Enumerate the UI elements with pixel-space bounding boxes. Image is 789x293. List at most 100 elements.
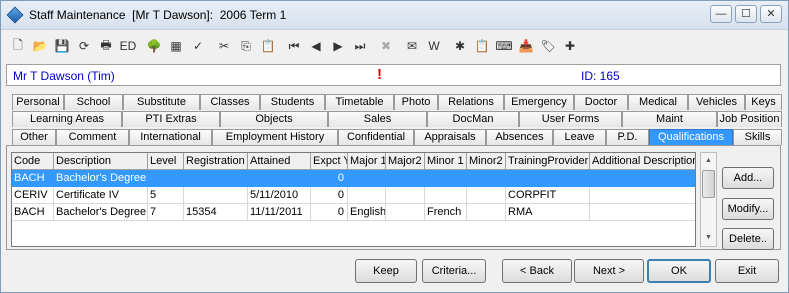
table-cell: BACH: [12, 170, 54, 187]
maximize-button[interactable]: ☐: [735, 5, 757, 23]
print-icon[interactable]: 🖶: [95, 36, 117, 56]
tab-leave[interactable]: Leave: [553, 129, 606, 145]
inbox-icon[interactable]: 📥: [515, 36, 537, 56]
tree-icon[interactable]: 🌳: [143, 36, 165, 56]
column-header[interactable]: Expct Yr: [311, 153, 348, 170]
tools-icon[interactable]: ✱: [449, 36, 471, 56]
close-button[interactable]: ✕: [760, 5, 782, 23]
exit-button[interactable]: Exit: [715, 259, 779, 283]
tab-comment[interactable]: Comment: [56, 129, 129, 145]
column-header[interactable]: Description: [54, 153, 148, 170]
tab-international[interactable]: International: [129, 129, 212, 145]
delete-button[interactable]: Delete..: [722, 228, 774, 250]
add-icon[interactable]: ✚: [559, 36, 581, 56]
copy-icon[interactable]: ⎘: [235, 36, 257, 56]
tab-job-position[interactable]: Job Position: [717, 111, 782, 127]
column-header[interactable]: TrainingProvider: [506, 153, 590, 170]
word-icon[interactable]: W: [423, 36, 445, 56]
keep-button[interactable]: Keep: [355, 259, 417, 283]
tab-keys[interactable]: Keys: [745, 94, 782, 110]
open-folder-icon[interactable]: 📂: [29, 36, 51, 56]
column-header[interactable]: Minor2: [467, 153, 506, 170]
save-icon[interactable]: 💾: [51, 36, 73, 56]
tab-sales[interactable]: Sales: [328, 111, 427, 127]
new-document-icon[interactable]: 🗋: [7, 36, 29, 56]
clipboard-icon[interactable]: 📋: [471, 36, 493, 56]
tab-classes[interactable]: Classes: [200, 94, 260, 110]
minimize-button[interactable]: —: [710, 5, 732, 23]
tab-docman[interactable]: DocMan: [427, 111, 519, 127]
table-row[interactable]: BACH Bachelor's Degree 7 15354 11/11/2011 0 En…: [12, 204, 695, 221]
tab-user-forms[interactable]: User Forms: [519, 111, 622, 127]
tab-medical[interactable]: Medical: [628, 94, 688, 110]
scroll-thumb[interactable]: [702, 170, 715, 198]
last-record-icon[interactable]: ⏭: [349, 36, 371, 56]
table-row[interactable]: CERIV Certificate IV 5 5/11/2010 0 CORPFIT: [12, 187, 695, 204]
previous-record-icon[interactable]: ◀: [305, 36, 327, 56]
tab-school[interactable]: School: [64, 94, 123, 110]
alert-icon[interactable]: !: [377, 66, 382, 83]
tab-qualifications[interactable]: Qualifications: [649, 129, 733, 145]
next-button[interactable]: Next >: [574, 259, 644, 283]
tab-learning-areas[interactable]: Learning Areas: [12, 111, 122, 127]
back-button[interactable]: < Back: [502, 259, 572, 283]
column-header[interactable]: Major2: [386, 153, 425, 170]
table-row[interactable]: BACH Bachelor's Degree 0: [12, 170, 695, 187]
tab-p-d[interactable]: P.D.: [606, 129, 649, 145]
tab-skills[interactable]: Skills: [733, 129, 782, 145]
tab-photo[interactable]: Photo: [394, 94, 438, 110]
tab-pti-extras[interactable]: PTI Extras: [122, 111, 220, 127]
criteria-button[interactable]: Criteria...: [422, 259, 486, 283]
ok-button[interactable]: OK: [647, 259, 711, 283]
edit-id-icon[interactable]: ED: [117, 36, 139, 56]
tab-appraisals[interactable]: Appraisals: [414, 129, 486, 145]
tab-objects[interactable]: Objects: [220, 111, 328, 127]
tab-timetable[interactable]: Timetable: [325, 94, 394, 110]
column-header[interactable]: Registration: [184, 153, 248, 170]
add-button[interactable]: Add...: [722, 167, 774, 189]
tab-students[interactable]: Students: [260, 94, 325, 110]
scroll-down-icon[interactable]: ▼: [701, 230, 716, 246]
column-header[interactable]: Level: [148, 153, 184, 170]
grid-vertical-scrollbar[interactable]: ▲ ▼: [700, 152, 717, 247]
modify-button[interactable]: Modify...: [722, 198, 774, 220]
cut-icon[interactable]: ✂: [213, 36, 235, 56]
column-header[interactable]: Minor 1: [425, 153, 467, 170]
tab-personal[interactable]: Personal: [12, 94, 64, 110]
tab-vehicles[interactable]: Vehicles: [688, 94, 745, 110]
table-cell: [590, 204, 695, 221]
calculator-icon[interactable]: ▦: [165, 36, 187, 56]
tab-other[interactable]: Other: [12, 129, 56, 145]
scroll-up-icon[interactable]: ▲: [701, 153, 716, 169]
paste-icon[interactable]: 📋: [257, 36, 279, 56]
column-header[interactable]: Attained: [248, 153, 311, 170]
delete-icon[interactable]: ✖: [375, 36, 397, 56]
table-cell: [348, 187, 386, 204]
tab-row-1: Personal School Substitute Classes Students T…: [12, 94, 782, 110]
qualifications-grid[interactable]: Code Description Level Registration Attained…: [11, 152, 696, 247]
first-record-icon[interactable]: ⏮: [283, 36, 305, 56]
tab-confidential[interactable]: Confidential: [338, 129, 414, 145]
table-cell: [386, 170, 425, 187]
table-cell: [590, 170, 695, 187]
table-cell: Certificate IV: [54, 187, 148, 204]
tab-relations[interactable]: Relations: [438, 94, 504, 110]
table-cell: [467, 187, 506, 204]
table-cell: [467, 204, 506, 221]
tab-substitute[interactable]: Substitute: [123, 94, 200, 110]
keyboard-icon[interactable]: ⌨: [493, 36, 515, 56]
tab-employment-history[interactable]: Employment History: [212, 129, 338, 145]
table-cell: 15354: [184, 204, 248, 221]
column-header[interactable]: Additional Description: [590, 153, 695, 170]
tab-emergency[interactable]: Emergency: [504, 94, 574, 110]
column-header[interactable]: Major 1: [348, 153, 386, 170]
column-header[interactable]: Code: [12, 153, 54, 170]
spellcheck-icon[interactable]: ✓: [187, 36, 209, 56]
refresh-icon[interactable]: ⟳: [73, 36, 95, 56]
tab-maint[interactable]: Maint: [622, 111, 717, 127]
tag-icon[interactable]: 🏷: [537, 36, 559, 56]
tab-doctor[interactable]: Doctor: [574, 94, 628, 110]
mail-icon[interactable]: ✉: [401, 36, 423, 56]
next-record-icon[interactable]: ▶: [327, 36, 349, 56]
tab-absences[interactable]: Absences: [486, 129, 553, 145]
